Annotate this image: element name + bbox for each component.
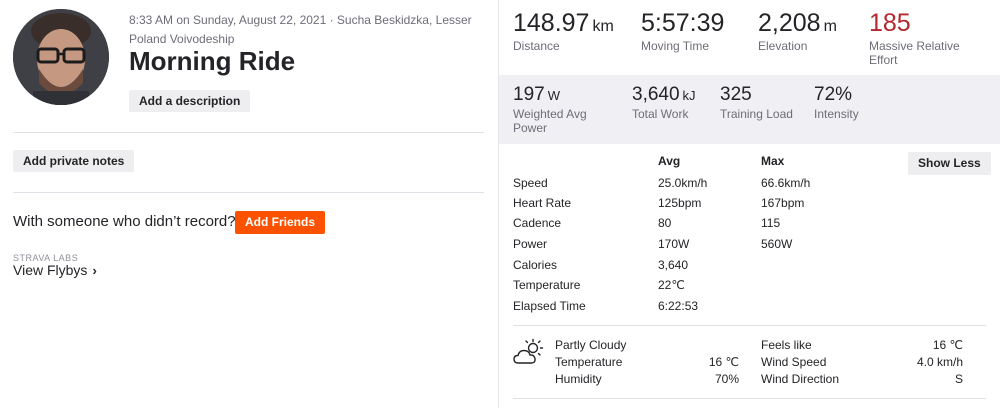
detail-row-avg: 22℃: [658, 278, 685, 292]
divider: [13, 192, 484, 193]
detail-row-max: 66.6km/h: [761, 176, 811, 190]
detail-row-label: Calories: [513, 258, 558, 272]
detail-row-label: Cadence: [513, 216, 562, 230]
weather-wind-direction-label: Wind Direction: [761, 372, 840, 386]
weather-humidity-label: Humidity: [555, 372, 602, 386]
stat-value: 197: [513, 84, 545, 105]
weather-condition: Partly Cloudy: [555, 338, 627, 352]
stat-value: 3,640: [632, 84, 680, 105]
view-flybys-label: View Flybys: [13, 262, 88, 278]
divider: [513, 398, 986, 399]
detail-row-avg: 80: [658, 216, 672, 230]
column-divider: [498, 0, 499, 408]
detail-row-label: Power: [513, 237, 548, 251]
weather-temperature-label: Temperature: [555, 355, 623, 369]
detail-row-avg: 125bpm: [658, 196, 702, 210]
detail-row-avg: 25.0km/h: [658, 176, 708, 190]
weather-wind-speed-label: Wind Speed: [761, 355, 827, 369]
chevron-right-icon: ›: [92, 263, 97, 278]
detail-row-avg: 170W: [658, 237, 690, 251]
avatar-portrait: [13, 9, 109, 105]
stat-training-load: 325 Training Load: [720, 84, 793, 121]
stat-value: 325: [720, 84, 752, 105]
stat-label: Elevation: [758, 39, 808, 53]
view-flybys-link[interactable]: View Flybys ›: [13, 262, 97, 278]
stat-value: 2,208: [758, 9, 821, 37]
stat-value: 185: [869, 9, 911, 37]
activity-title[interactable]: Morning Ride: [129, 46, 295, 77]
stat-weighted-avg-power: 197 W Weighted Avg Power: [513, 84, 613, 135]
divider: [13, 132, 484, 133]
add-description-button[interactable]: Add a description: [129, 90, 251, 112]
stat-relative-effort[interactable]: 185 Massive Relative Effort: [869, 9, 979, 67]
stat-label: Distance: [513, 39, 560, 53]
weather-wind-direction-value: S: [954, 372, 963, 386]
stat-value: 148.97: [513, 9, 590, 37]
detail-row-label: Temperature: [513, 278, 581, 292]
stat-unit: W: [547, 88, 560, 103]
divider: [513, 325, 986, 326]
stat-unit: m: [823, 18, 837, 35]
weather-feels-like-label: Feels like: [761, 338, 812, 352]
stat-label: Weighted Avg Power: [513, 107, 587, 135]
weather-feels-like-value: 16 ℃: [932, 338, 963, 352]
stat-distance: 148.97 km Distance: [513, 9, 614, 53]
show-less-button[interactable]: Show Less: [908, 152, 991, 175]
stat-label: Training Load: [720, 107, 793, 121]
weather-temperature-value: 16 ℃: [708, 355, 739, 369]
weather-humidity-value: 70%: [714, 372, 739, 386]
detail-row-max: 167bpm: [761, 196, 805, 210]
add-friends-button[interactable]: Add Friends: [235, 211, 326, 234]
detail-row-label: Elapsed Time: [513, 299, 586, 313]
stat-unit: km: [592, 18, 614, 35]
friends-prompt: With someone who didn’t record?: [13, 213, 236, 230]
partly-cloudy-icon: [513, 338, 544, 364]
stat-unit: kJ: [682, 88, 696, 103]
detail-row-avg: 6:22:53: [658, 299, 699, 313]
add-private-notes-button[interactable]: Add private notes: [13, 150, 135, 172]
athlete-avatar[interactable]: [13, 9, 109, 105]
stat-label: Massive Relative Effort: [869, 39, 960, 67]
stat-intensity: 72% Intensity: [814, 84, 859, 121]
activity-date-location: 8:33 AM on Sunday, August 22, 2021 · Suc…: [129, 13, 472, 46]
stat-value: 72%: [814, 84, 853, 105]
detail-row-max: 115: [761, 216, 781, 230]
stat-elevation: 2,208 m Elevation: [758, 9, 837, 53]
stat-value: 5:57:39: [641, 9, 725, 37]
stat-label: Intensity: [814, 107, 859, 121]
activity-header-panel: 8:33 AM on Sunday, August 22, 2021 · Suc…: [0, 0, 498, 408]
detail-row-avg: 3,640: [658, 258, 689, 272]
detail-row-max: 560W: [761, 237, 793, 251]
stat-moving-time: 5:57:39 Moving Time: [641, 9, 724, 53]
detail-row-label: Heart Rate: [513, 196, 572, 210]
stat-label: Total Work: [632, 107, 689, 121]
max-column-header: Max: [761, 154, 785, 168]
avg-column-header: Avg: [658, 154, 681, 168]
stat-label: Moving Time: [641, 39, 710, 53]
stat-total-work: 3,640 kJ Total Work: [632, 84, 696, 121]
detail-row-label: Speed: [513, 176, 548, 190]
secondary-stats-bar: 197 W Weighted Avg Power 3,640 kJ Total Wo…: [499, 75, 1000, 144]
weather-wind-speed-value: 4.0 km/h: [916, 355, 963, 369]
